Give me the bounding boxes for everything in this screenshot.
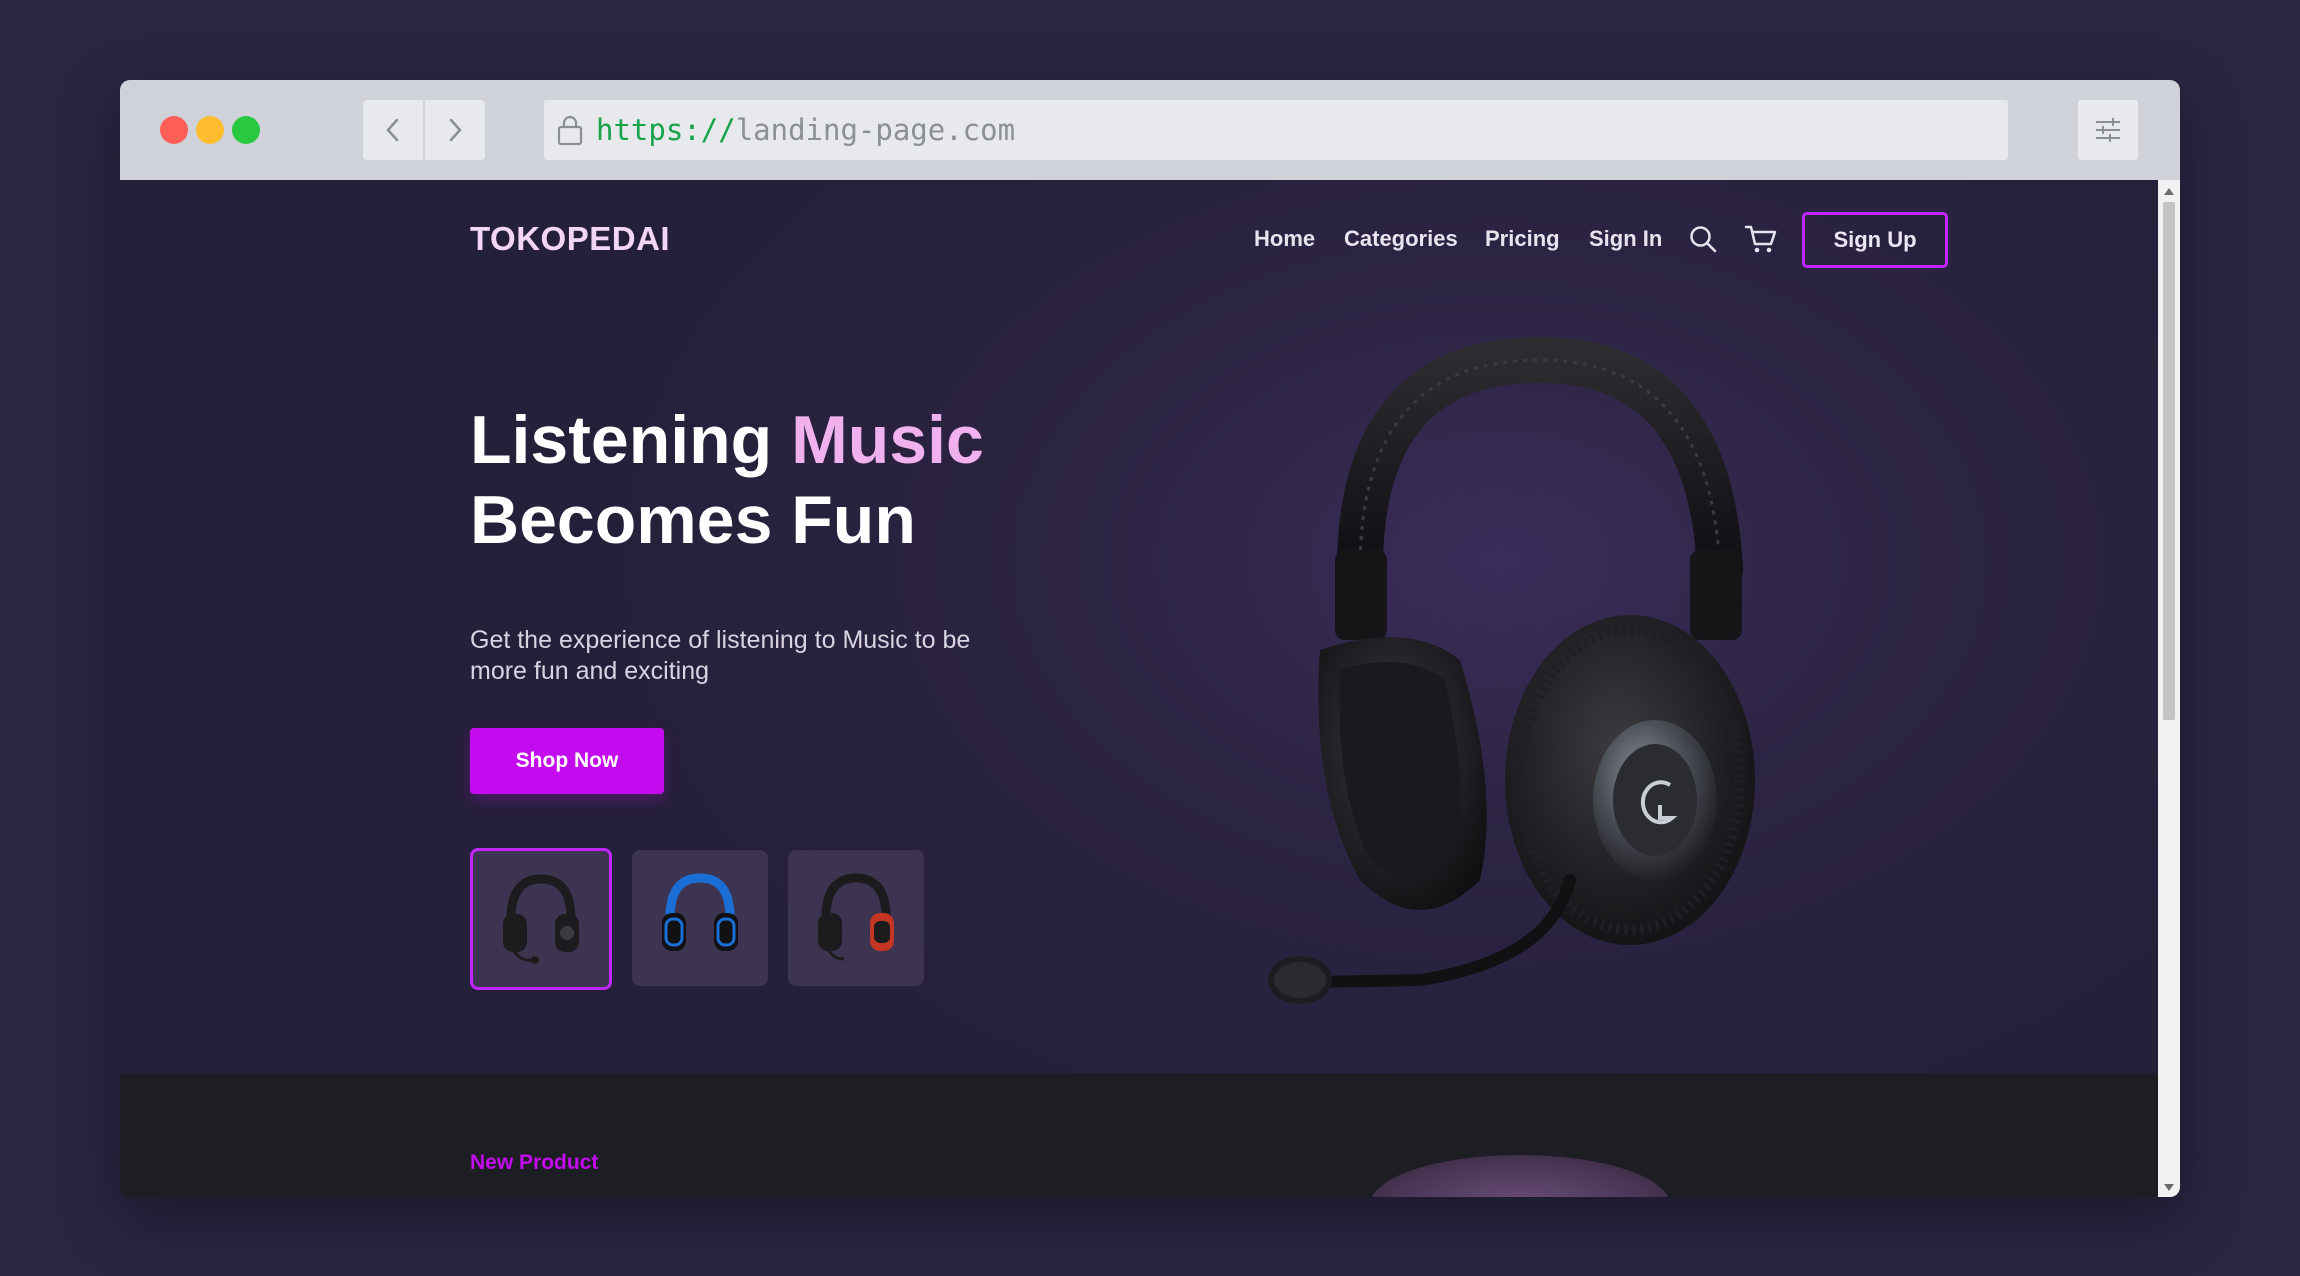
forward-button[interactable] <box>425 100 485 160</box>
hero-headset-image <box>1268 336 1755 1004</box>
hero-title-part1: Listening <box>470 402 792 478</box>
product-thumbnail-black[interactable] <box>470 848 612 990</box>
headset-icon <box>662 873 738 951</box>
new-product-section: New Product <box>120 1073 2158 1197</box>
headset-icon <box>818 873 894 961</box>
site-header: TOKOPEDAI Home Categories Pricing Sign I… <box>470 212 1952 268</box>
close-window-button[interactable] <box>160 116 188 144</box>
hero-title: Listening Music Becomes Fun <box>470 400 984 560</box>
product-thumbnail-blue[interactable] <box>632 850 768 986</box>
settings-menu-button[interactable] <box>2078 100 2138 160</box>
browser-toolbar: https://landing-page.com <box>120 80 2180 180</box>
search-icon[interactable] <box>1686 222 1720 256</box>
url-host: landing-page.com <box>735 113 1016 147</box>
page-scrollbar[interactable] <box>2158 180 2180 1197</box>
scrollbar-thumb[interactable] <box>2163 202 2175 720</box>
main-nav: Home Categories Pricing Sign In Sign Up <box>470 212 1952 268</box>
sliders-icon <box>2096 118 2120 142</box>
minimize-window-button[interactable] <box>196 116 224 144</box>
scroll-down-arrow[interactable] <box>2164 1184 2174 1191</box>
maximize-window-button[interactable] <box>232 116 260 144</box>
back-button[interactable] <box>363 100 423 160</box>
section-label: New Product <box>470 1151 599 1174</box>
nav-home[interactable]: Home <box>1254 226 1315 252</box>
nav-sign-in[interactable]: Sign In <box>1589 226 1662 252</box>
hero-title-accent: Music <box>791 402 984 478</box>
sign-up-button[interactable]: Sign Up <box>1802 212 1948 268</box>
url-scheme: https:// <box>596 113 736 147</box>
browser-window: https://landing-page.com TOKOPEDAI Home … <box>120 80 2180 1197</box>
product-image-preview <box>1370 1155 1670 1197</box>
chevron-left-icon <box>386 118 399 142</box>
cart-icon[interactable] <box>1744 222 1778 256</box>
headset-icon <box>503 874 579 964</box>
page-viewport: TOKOPEDAI Home Categories Pricing Sign I… <box>120 180 2158 1197</box>
nav-pricing[interactable]: Pricing <box>1485 226 1560 252</box>
nav-categories[interactable]: Categories <box>1344 226 1458 252</box>
address-bar[interactable]: https://landing-page.com <box>544 100 2008 160</box>
scroll-up-arrow[interactable] <box>2164 188 2174 195</box>
product-thumbnail-red[interactable] <box>788 850 924 986</box>
lock-icon <box>556 114 584 146</box>
chevron-right-icon <box>449 118 462 142</box>
hero-subtitle: Get the experience of listening to Music… <box>470 626 971 685</box>
shop-now-button[interactable]: Shop Now <box>470 728 664 794</box>
hero-title-line2: Becomes Fun <box>470 482 916 558</box>
